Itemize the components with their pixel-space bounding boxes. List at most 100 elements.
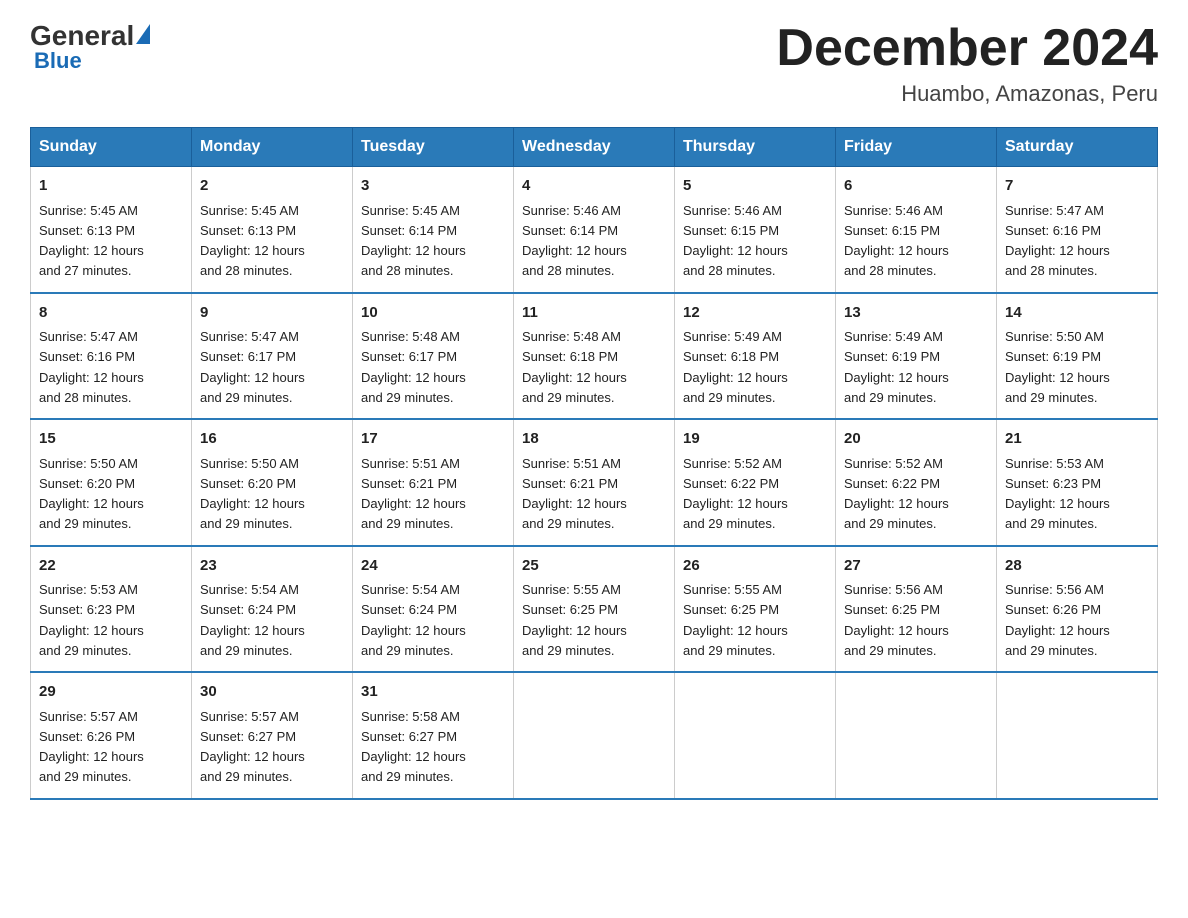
calendar-cell: 4 Sunrise: 5:46 AMSunset: 6:14 PMDaylight… (514, 167, 675, 293)
calendar-cell (514, 672, 675, 799)
calendar-cell: 16 Sunrise: 5:50 AMSunset: 6:20 PMDayligh… (192, 419, 353, 546)
calendar-cell: 17 Sunrise: 5:51 AMSunset: 6:21 PMDayligh… (353, 419, 514, 546)
calendar-cell: 20 Sunrise: 5:52 AMSunset: 6:22 PMDayligh… (836, 419, 997, 546)
day-number: 22 (39, 555, 183, 578)
day-info: Sunrise: 5:50 AMSunset: 6:20 PMDaylight:… (200, 456, 305, 532)
calendar-cell: 31 Sunrise: 5:58 AMSunset: 6:27 PMDayligh… (353, 672, 514, 799)
day-number: 12 (683, 302, 827, 325)
day-number: 4 (522, 175, 666, 198)
calendar-cell: 5 Sunrise: 5:46 AMSunset: 6:15 PMDaylight… (675, 167, 836, 293)
day-number: 28 (1005, 555, 1149, 578)
day-info: Sunrise: 5:45 AMSunset: 6:14 PMDaylight:… (361, 203, 466, 279)
calendar-cell: 11 Sunrise: 5:48 AMSunset: 6:18 PMDayligh… (514, 293, 675, 420)
logo-blue-subtitle: Blue (34, 48, 82, 74)
day-number: 14 (1005, 302, 1149, 325)
day-number: 9 (200, 302, 344, 325)
col-header-tuesday: Tuesday (353, 128, 514, 167)
col-header-saturday: Saturday (997, 128, 1158, 167)
calendar-cell: 7 Sunrise: 5:47 AMSunset: 6:16 PMDaylight… (997, 167, 1158, 293)
day-info: Sunrise: 5:57 AMSunset: 6:27 PMDaylight:… (200, 709, 305, 785)
calendar-week-row: 22 Sunrise: 5:53 AMSunset: 6:23 PMDayligh… (31, 546, 1158, 673)
col-header-sunday: Sunday (31, 128, 192, 167)
day-info: Sunrise: 5:56 AMSunset: 6:25 PMDaylight:… (844, 582, 949, 658)
day-number: 10 (361, 302, 505, 325)
location-subtitle: Huambo, Amazonas, Peru (776, 81, 1158, 107)
month-title: December 2024 (776, 20, 1158, 77)
calendar-cell (997, 672, 1158, 799)
calendar-cell: 19 Sunrise: 5:52 AMSunset: 6:22 PMDayligh… (675, 419, 836, 546)
col-header-thursday: Thursday (675, 128, 836, 167)
day-info: Sunrise: 5:54 AMSunset: 6:24 PMDaylight:… (200, 582, 305, 658)
day-number: 17 (361, 428, 505, 451)
day-info: Sunrise: 5:46 AMSunset: 6:15 PMDaylight:… (683, 203, 788, 279)
day-info: Sunrise: 5:48 AMSunset: 6:18 PMDaylight:… (522, 329, 627, 405)
day-number: 11 (522, 302, 666, 325)
day-info: Sunrise: 5:53 AMSunset: 6:23 PMDaylight:… (39, 582, 144, 658)
day-info: Sunrise: 5:52 AMSunset: 6:22 PMDaylight:… (683, 456, 788, 532)
calendar-table: SundayMondayTuesdayWednesdayThursdayFrid… (30, 127, 1158, 800)
calendar-cell: 30 Sunrise: 5:57 AMSunset: 6:27 PMDayligh… (192, 672, 353, 799)
day-number: 1 (39, 175, 183, 198)
calendar-cell: 28 Sunrise: 5:56 AMSunset: 6:26 PMDayligh… (997, 546, 1158, 673)
calendar-cell: 18Sunrise: 5:51 AMSunset: 6:21 PMDayligh… (514, 419, 675, 546)
day-number: 21 (1005, 428, 1149, 451)
day-info: Sunrise: 5:58 AMSunset: 6:27 PMDaylight:… (361, 709, 466, 785)
day-number: 7 (1005, 175, 1149, 198)
calendar-cell: 3Sunrise: 5:45 AMSunset: 6:14 PMDaylight… (353, 167, 514, 293)
page-header: General Blue December 2024 Huambo, Amazo… (30, 20, 1158, 107)
day-info: Sunrise: 5:54 AMSunset: 6:24 PMDaylight:… (361, 582, 466, 658)
day-info: Sunrise: 5:47 AMSunset: 6:17 PMDaylight:… (200, 329, 305, 405)
day-number: 25 (522, 555, 666, 578)
calendar-header-row: SundayMondayTuesdayWednesdayThursdayFrid… (31, 128, 1158, 167)
calendar-week-row: 8Sunrise: 5:47 AMSunset: 6:16 PMDaylight… (31, 293, 1158, 420)
day-info: Sunrise: 5:53 AMSunset: 6:23 PMDaylight:… (1005, 456, 1110, 532)
day-info: Sunrise: 5:49 AMSunset: 6:19 PMDaylight:… (844, 329, 949, 405)
day-number: 30 (200, 681, 344, 704)
calendar-cell: 2Sunrise: 5:45 AMSunset: 6:13 PMDaylight… (192, 167, 353, 293)
day-info: Sunrise: 5:52 AMSunset: 6:22 PMDaylight:… (844, 456, 949, 532)
day-number: 13 (844, 302, 988, 325)
day-number: 16 (200, 428, 344, 451)
day-info: Sunrise: 5:50 AMSunset: 6:19 PMDaylight:… (1005, 329, 1110, 405)
day-info: Sunrise: 5:50 AMSunset: 6:20 PMDaylight:… (39, 456, 144, 532)
day-info: Sunrise: 5:46 AMSunset: 6:14 PMDaylight:… (522, 203, 627, 279)
calendar-cell (675, 672, 836, 799)
day-info: Sunrise: 5:48 AMSunset: 6:17 PMDaylight:… (361, 329, 466, 405)
logo-triangle-icon (136, 24, 150, 44)
calendar-cell: 1Sunrise: 5:45 AMSunset: 6:13 PMDaylight… (31, 167, 192, 293)
day-info: Sunrise: 5:56 AMSunset: 6:26 PMDaylight:… (1005, 582, 1110, 658)
day-number: 27 (844, 555, 988, 578)
day-info: Sunrise: 5:51 AMSunset: 6:21 PMDaylight:… (522, 456, 627, 532)
calendar-week-row: 29Sunrise: 5:57 AMSunset: 6:26 PMDayligh… (31, 672, 1158, 799)
day-info: Sunrise: 5:46 AMSunset: 6:15 PMDaylight:… (844, 203, 949, 279)
calendar-cell: 26Sunrise: 5:55 AMSunset: 6:25 PMDayligh… (675, 546, 836, 673)
calendar-cell: 25 Sunrise: 5:55 AMSunset: 6:25 PMDayligh… (514, 546, 675, 673)
col-header-friday: Friday (836, 128, 997, 167)
day-info: Sunrise: 5:51 AMSunset: 6:21 PMDaylight:… (361, 456, 466, 532)
title-block: December 2024 Huambo, Amazonas, Peru (776, 20, 1158, 107)
calendar-cell: 12Sunrise: 5:49 AMSunset: 6:18 PMDayligh… (675, 293, 836, 420)
day-number: 31 (361, 681, 505, 704)
day-number: 8 (39, 302, 183, 325)
calendar-cell (836, 672, 997, 799)
calendar-cell: 27 Sunrise: 5:56 AMSunset: 6:25 PMDayligh… (836, 546, 997, 673)
calendar-week-row: 15 Sunrise: 5:50 AMSunset: 6:20 PMDayligh… (31, 419, 1158, 546)
calendar-cell: 6Sunrise: 5:46 AMSunset: 6:15 PMDaylight… (836, 167, 997, 293)
calendar-cell: 9 Sunrise: 5:47 AMSunset: 6:17 PMDaylight… (192, 293, 353, 420)
calendar-cell: 8Sunrise: 5:47 AMSunset: 6:16 PMDaylight… (31, 293, 192, 420)
day-number: 20 (844, 428, 988, 451)
day-number: 19 (683, 428, 827, 451)
col-header-wednesday: Wednesday (514, 128, 675, 167)
logo: General Blue (30, 20, 150, 74)
calendar-cell: 24 Sunrise: 5:54 AMSunset: 6:24 PMDayligh… (353, 546, 514, 673)
day-info: Sunrise: 5:55 AMSunset: 6:25 PMDaylight:… (522, 582, 627, 658)
day-number: 24 (361, 555, 505, 578)
calendar-cell: 21 Sunrise: 5:53 AMSunset: 6:23 PMDayligh… (997, 419, 1158, 546)
day-number: 5 (683, 175, 827, 198)
day-number: 29 (39, 681, 183, 704)
calendar-cell: 23Sunrise: 5:54 AMSunset: 6:24 PMDayligh… (192, 546, 353, 673)
day-info: Sunrise: 5:47 AMSunset: 6:16 PMDaylight:… (1005, 203, 1110, 279)
calendar-cell: 10 Sunrise: 5:48 AMSunset: 6:17 PMDayligh… (353, 293, 514, 420)
day-number: 2 (200, 175, 344, 198)
day-number: 15 (39, 428, 183, 451)
